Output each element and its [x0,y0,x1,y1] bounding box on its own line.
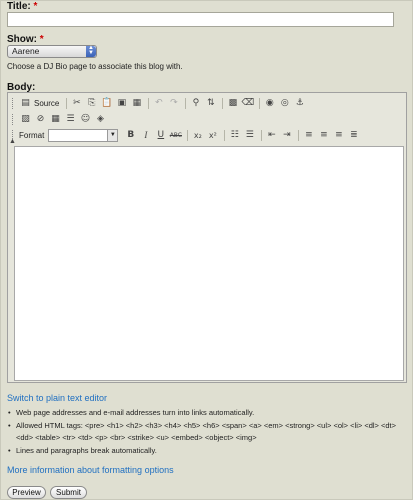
table-icon[interactable]: ▦ [49,113,62,125]
toolbar-separator [148,97,150,109]
horizontal-rule-icon[interactable]: ☰ [64,113,77,125]
collapse-toolbar-icon[interactable]: ▲ [9,138,16,145]
preview-button[interactable]: Preview [7,486,46,499]
tip-item: Web page addresses and e-mail addresses … [7,407,403,420]
numbered-list-icon[interactable]: ☷ [228,129,241,141]
align-left-icon[interactable]: ≡ [302,129,315,141]
paste-icon[interactable]: 📋 [100,97,113,109]
toolbar-row-1: ▤ Source ✂ ⎘ 📋 ▣ ▦ ↶ ↷ ⚲ ⇅ ▩ ⌫ ◉ ◎ ⚓ [12,96,308,110]
format-select[interactable]: ▼ [48,128,119,142]
redo-icon[interactable]: ↷ [167,97,180,109]
link-icon[interactable]: ◉ [263,97,276,109]
outdent-icon[interactable]: ⇤ [265,129,278,141]
paste-text-icon[interactable]: ▣ [115,97,128,109]
subscript-button[interactable]: x₂ [191,129,204,141]
anchor-icon[interactable]: ⚓ [293,97,306,109]
show-label: Show: * [7,34,44,45]
smiley-icon[interactable]: ☺ [79,113,92,125]
toolbar-separator [224,129,226,141]
formatting-tips-list: Web page addresses and e-mail addresses … [7,407,403,457]
bulleted-list-icon[interactable]: ☰ [243,129,256,141]
toolbar-separator [298,129,300,141]
show-select-value: Aarene [12,46,40,56]
select-all-icon[interactable]: ▩ [226,97,239,109]
show-select[interactable]: Aarene ▲ ▼ [7,45,97,58]
toolbar-grip [12,113,16,125]
undo-icon[interactable]: ↶ [152,97,165,109]
indent-icon[interactable]: ⇥ [280,129,293,141]
submit-button[interactable]: Submit [50,486,87,499]
remove-format-icon[interactable]: ⌫ [241,97,254,109]
toolbar-separator [185,97,187,109]
rich-text-editor: ▤ Source ✂ ⎘ 📋 ▣ ▦ ↶ ↷ ⚲ ⇅ ▩ ⌫ ◉ ◎ ⚓ ▨ ⊘… [7,92,407,383]
source-button-label[interactable]: Source [34,99,59,108]
align-justify-icon[interactable]: ≣ [347,129,360,141]
formatting-info-link[interactable]: More information about formatting option… [7,465,174,475]
toolbar-separator [66,97,68,109]
title-label: Title: * [7,1,38,12]
chevron-down-icon: ▼ [107,129,118,141]
show-help-text: Choose a DJ Bio page to associate this b… [7,62,183,71]
align-center-icon[interactable]: ≡ [317,129,330,141]
toolbar-separator [259,97,261,109]
special-char-icon[interactable]: ◈ [94,113,107,125]
toolbar-separator [261,129,263,141]
replace-icon[interactable]: ⇅ [204,97,217,109]
bold-button[interactable]: B [124,129,137,141]
toolbar-row-2: ▨ ⊘ ▦ ☰ ☺ ◈ [12,112,109,126]
tip-item: Lines and paragraphs break automatically… [7,445,403,458]
select-arrows-icon: ▲ ▼ [86,45,96,57]
editor-content-area[interactable] [14,146,404,381]
switch-editor-link[interactable]: Switch to plain text editor [7,393,107,403]
toolbar-separator [187,129,189,141]
flash-icon[interactable]: ⊘ [34,113,47,125]
format-label: Format [19,130,45,140]
find-icon[interactable]: ⚲ [189,97,202,109]
toolbar-row-3: Format ▼ B I U ABC x₂ x² ☷ ☰ ⇤ ⇥ ≡ ≡ ≡ ≣ [12,128,362,142]
source-icon[interactable]: ▤ [19,97,32,109]
title-input[interactable] [7,12,394,27]
paste-word-icon[interactable]: ▦ [130,97,143,109]
toolbar-grip [12,97,16,109]
superscript-button[interactable]: x² [206,129,219,141]
tip-item: Allowed HTML tags: <pre> <h1> <h2> <h3> … [7,420,403,445]
underline-button[interactable]: U [154,129,167,141]
toolbar-separator [222,97,224,109]
copy-icon[interactable]: ⎘ [85,97,98,109]
unlink-icon[interactable]: ◎ [278,97,291,109]
strikethrough-button[interactable]: ABC [169,129,182,141]
italic-button[interactable]: I [139,129,152,141]
image-icon[interactable]: ▨ [19,113,32,125]
cut-icon[interactable]: ✂ [70,97,83,109]
align-right-icon[interactable]: ≡ [332,129,345,141]
